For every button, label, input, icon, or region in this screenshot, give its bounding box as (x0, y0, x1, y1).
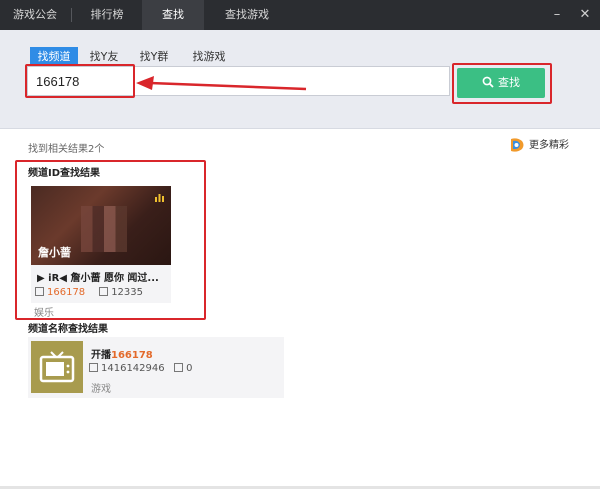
tab-game-guild[interactable]: 游戏公会 (4, 0, 66, 30)
result-count: 找到相关结果2个 (28, 144, 105, 155)
subtab-find-ygroup[interactable]: 找Y群 (134, 47, 174, 67)
channel-category: 娱乐 (34, 308, 54, 319)
tab-search[interactable]: 查找 (142, 0, 204, 30)
search-button-label: 查找 (498, 76, 520, 89)
channel-name-highlight: 166178 (111, 350, 153, 361)
channel-name: 开播166178 (91, 346, 153, 361)
online-count: 0 (186, 363, 193, 374)
pixelated-face (81, 206, 127, 252)
search-button[interactable]: 查找 (457, 68, 545, 98)
thumbnail-name: 詹小蔷 (38, 246, 71, 259)
subtab-find-channel[interactable]: 找频道 (30, 47, 78, 67)
annotation-arrow-icon (136, 76, 307, 91)
tab-separator (71, 8, 72, 22)
channel-card-id-result[interactable]: 詹小蔷 ▶ iR◀ 詹小蔷 愿你 闻过... 166178 12335 (31, 186, 171, 303)
more-exciting-link[interactable]: 更多精彩 (509, 137, 569, 155)
channel-title: ▶ iR◀ 詹小蔷 愿你 闻过... (37, 273, 159, 284)
subtab-find-yfriend[interactable]: 找Y友 (84, 47, 124, 67)
long-channel-id: 1416142946 (101, 363, 165, 374)
tab-rankings[interactable]: 排行榜 (80, 0, 134, 30)
search-icon (482, 76, 494, 88)
user-icon (99, 287, 109, 296)
channel-name-prefix: 开播 (91, 350, 111, 361)
user-icon (174, 363, 184, 372)
channel-name-category: 游戏 (91, 384, 111, 395)
live-bars-icon (155, 194, 164, 202)
channel-meta: 166178 12335 (35, 287, 143, 298)
more-link-label: 更多精彩 (529, 140, 569, 151)
id-icon (89, 363, 98, 372)
channel-thumbnail: 詹小蔷 (31, 186, 171, 265)
tab-search-games[interactable]: 查找游戏 (212, 0, 282, 30)
channel-name-meta: 1416142946 0 (89, 363, 193, 374)
id-icon (35, 287, 44, 296)
close-button[interactable]: ✕ (574, 0, 596, 30)
subtab-find-game[interactable]: 找游戏 (186, 47, 232, 67)
online-count: 12335 (111, 287, 143, 298)
id-results-title: 频道ID查找结果 (28, 168, 101, 179)
channel-id: 166178 (47, 287, 86, 298)
top-nav-bar: 游戏公会 排行榜 查找 查找游戏 – ✕ (0, 0, 600, 30)
brand-logo-icon (511, 138, 524, 152)
tv-thumbnail (31, 341, 83, 393)
minimize-button[interactable]: – (546, 0, 568, 30)
tv-icon (39, 351, 75, 383)
name-results-title: 频道名称查找结果 (28, 324, 108, 335)
channel-card-name-result[interactable]: 开播166178 1416142946 0 游戏 (28, 337, 284, 398)
